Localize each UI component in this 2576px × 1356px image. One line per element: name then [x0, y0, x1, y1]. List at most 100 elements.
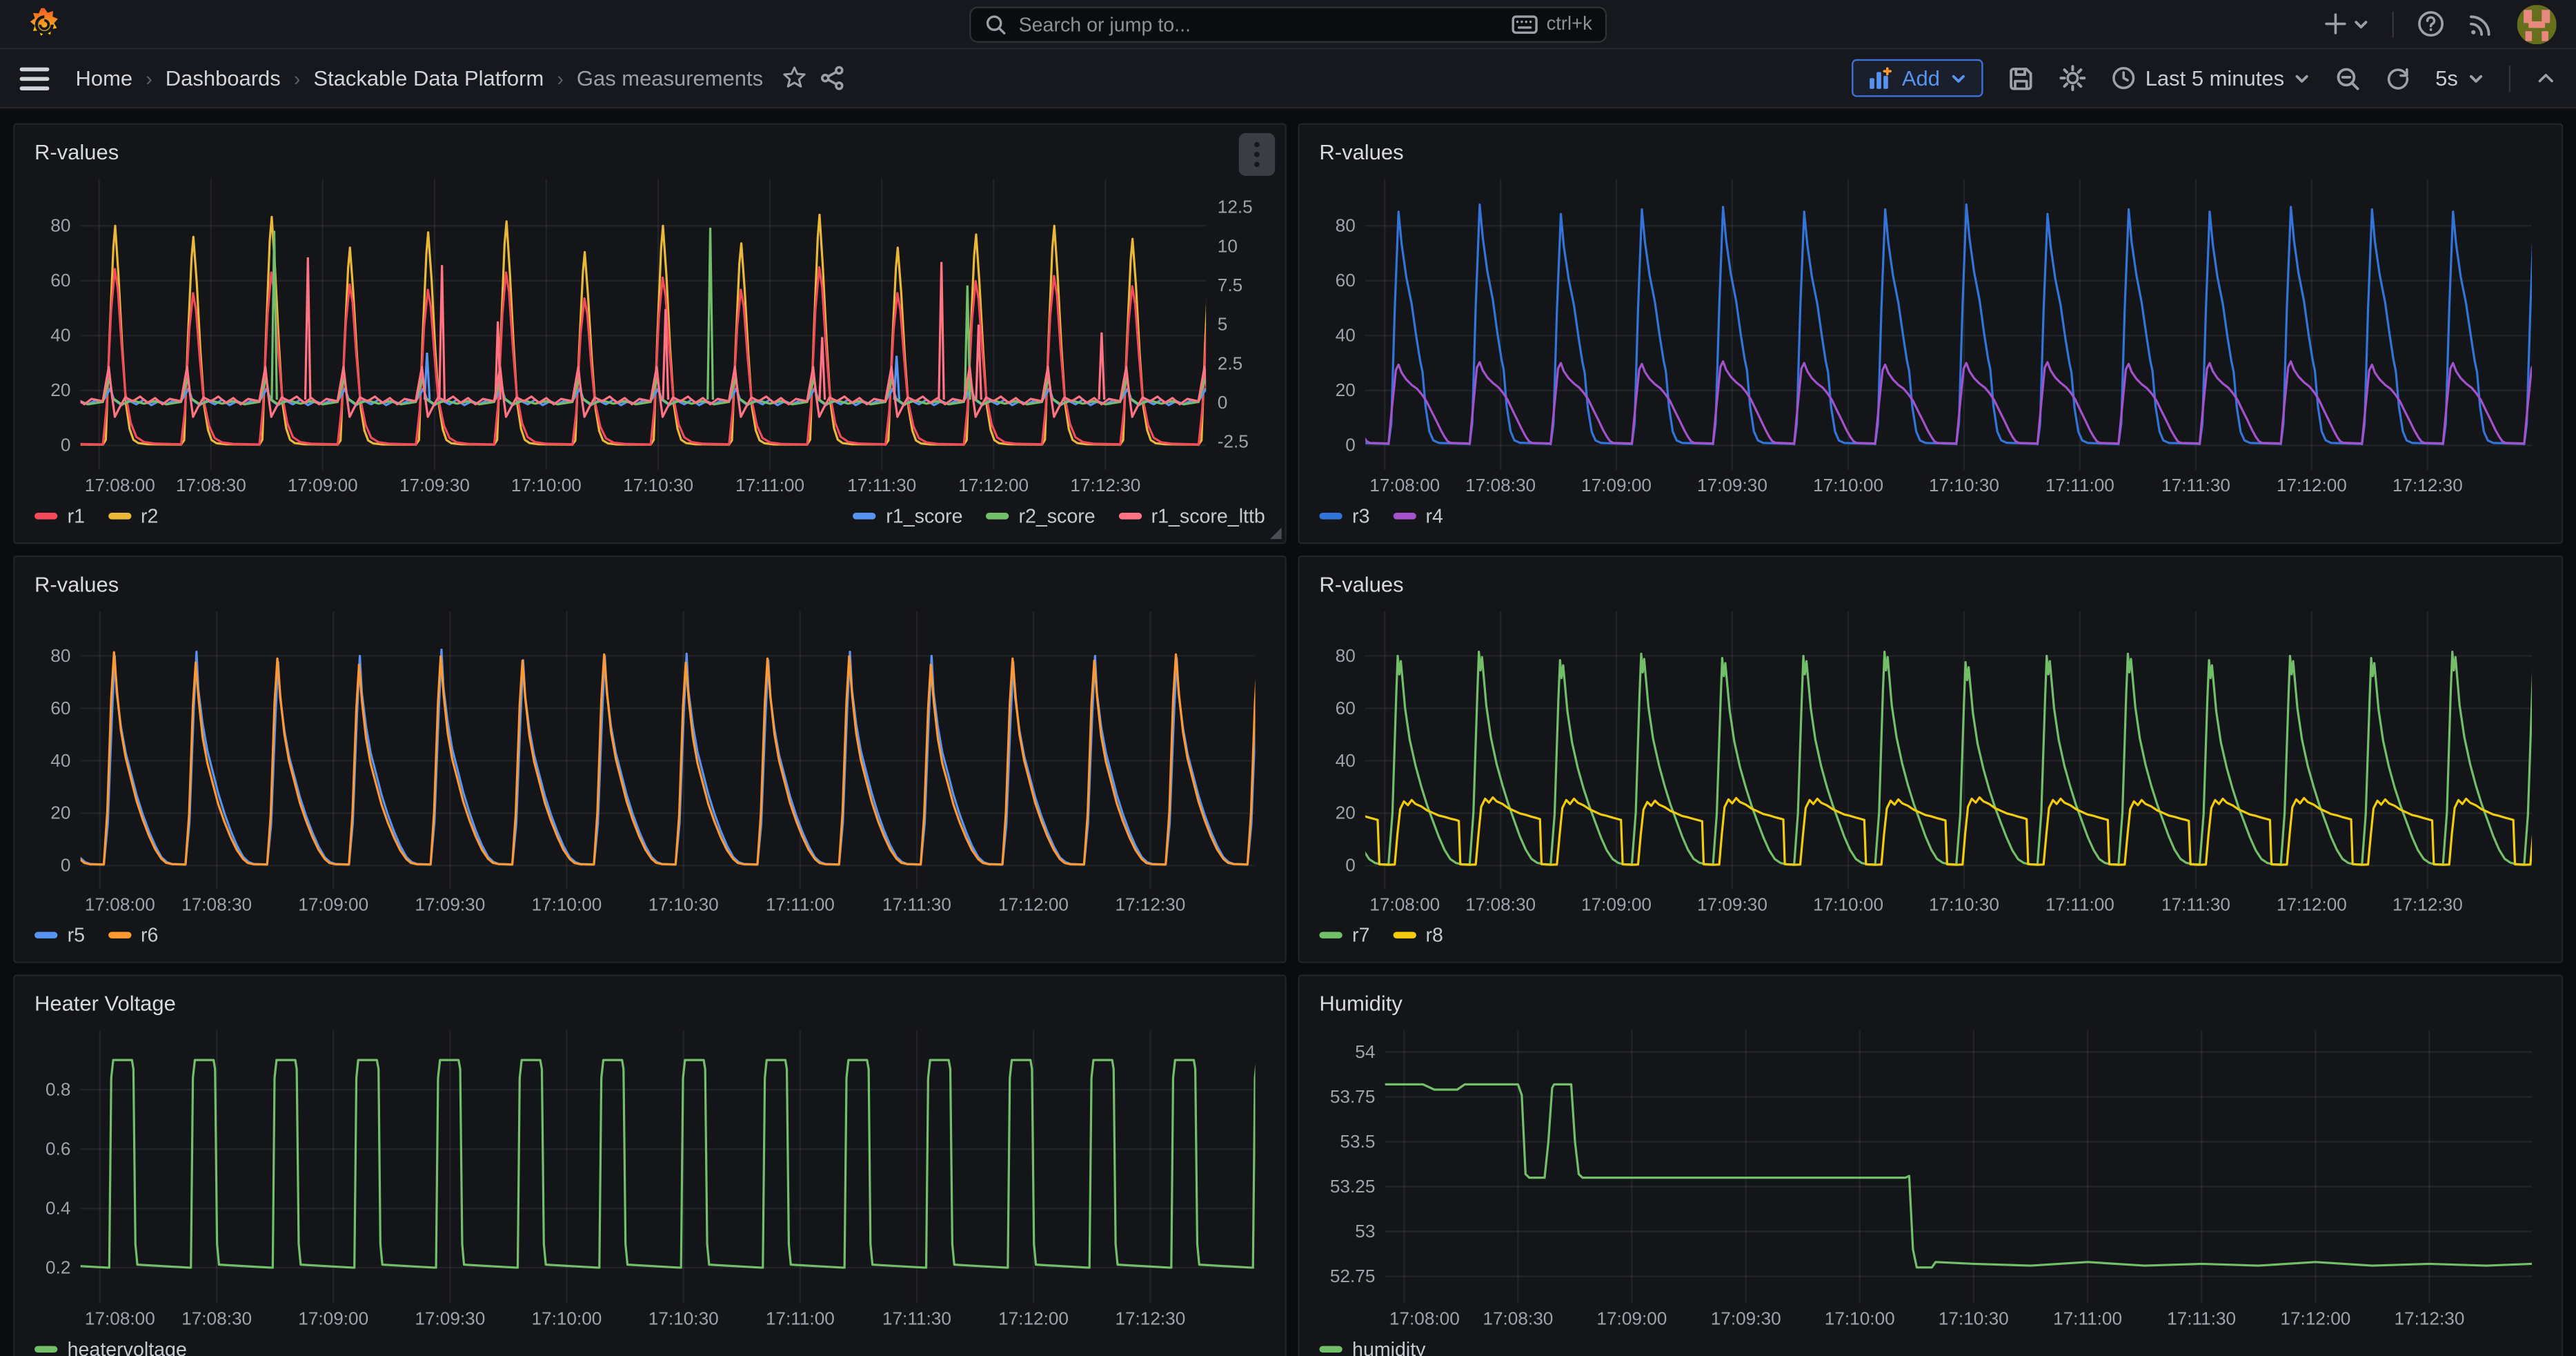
panel-title[interactable]: R-values — [34, 139, 119, 164]
chevron-down-icon — [1950, 70, 1966, 86]
svg-text:17:08:00: 17:08:00 — [1369, 475, 1440, 495]
clock-icon — [2111, 66, 2136, 90]
svg-text:20: 20 — [1336, 380, 1356, 400]
svg-text:17:12:30: 17:12:30 — [2392, 894, 2463, 914]
plus-icon — [2324, 12, 2348, 37]
time-series-chart[interactable]: 02040608017:08:0017:08:3017:09:0017:09:3… — [31, 605, 1268, 915]
panel-title[interactable]: R-values — [34, 572, 119, 597]
legend-item-r1_score[interactable]: r1_score — [853, 504, 963, 527]
svg-text:17:09:00: 17:09:00 — [298, 894, 368, 914]
user-avatar[interactable] — [2517, 4, 2557, 43]
legend-item-r1_score_lttb[interactable]: r1_score_lttb — [1118, 504, 1265, 527]
svg-text:0.6: 0.6 — [46, 1139, 70, 1159]
svg-text:17:09:00: 17:09:00 — [1581, 475, 1652, 495]
search-input[interactable]: Search or jump to... ctrl+k — [969, 7, 1607, 43]
panel-title[interactable]: R-values — [1319, 139, 1403, 164]
svg-text:17:11:00: 17:11:00 — [766, 1308, 835, 1329]
svg-text:80: 80 — [50, 645, 70, 666]
svg-text:17:12:00: 17:12:00 — [2277, 894, 2347, 914]
legend-item-r1[interactable]: r1 — [34, 504, 85, 527]
breadcrumb-current[interactable]: Gas measurements — [577, 66, 763, 90]
refresh-button[interactable] — [2386, 66, 2411, 90]
svg-text:17:10:00: 17:10:00 — [1825, 1308, 1895, 1329]
dashboard-settings-button[interactable] — [2058, 64, 2085, 92]
panel-header: R-values — [31, 569, 1268, 605]
legend-swatch — [853, 513, 876, 520]
breadcrumb-dashboards[interactable]: Dashboards — [166, 66, 281, 90]
legend-group: r5 r6 — [34, 923, 158, 946]
legend-label: r6 — [141, 923, 158, 946]
svg-text:60: 60 — [1336, 698, 1356, 718]
legend-item-r4[interactable]: r4 — [1393, 504, 1443, 527]
svg-text:40: 40 — [1336, 325, 1356, 346]
panel-resize-handle[interactable] — [1270, 527, 1282, 539]
svg-text:17:12:00: 17:12:00 — [2277, 475, 2347, 495]
legend-item-r6[interactable]: r6 — [108, 923, 158, 946]
panel-r-values-1: R-values 020406080-2.502.557.51012.517:0… — [13, 124, 1287, 544]
svg-text:20: 20 — [50, 803, 70, 823]
panel-title[interactable]: Humidity — [1319, 991, 1402, 1016]
panel-title[interactable]: R-values — [1319, 572, 1403, 597]
collapse-toolbar-button[interactable] — [2535, 68, 2557, 89]
legend-item-heatervoltage[interactable]: heatervoltage — [34, 1338, 187, 1356]
legend-label: r8 — [1425, 923, 1443, 946]
svg-text:-2.5: -2.5 — [1218, 431, 1249, 452]
svg-text:53.5: 53.5 — [1340, 1131, 1375, 1152]
svg-text:0: 0 — [1345, 855, 1356, 876]
panel-header: R-values — [1316, 137, 2545, 173]
legend-item-r3[interactable]: r3 — [1319, 504, 1369, 527]
breadcrumb-folder[interactable]: Stackable Data Platform — [313, 66, 544, 90]
topbar-actions — [2324, 4, 2557, 43]
legend-item-r2_score[interactable]: r2_score — [986, 504, 1096, 527]
time-range-picker[interactable]: Last 5 minutes — [2111, 66, 2310, 90]
panel-header: R-values — [31, 137, 1268, 173]
floppy-icon — [2008, 65, 2034, 91]
svg-text:40: 40 — [1336, 750, 1356, 771]
share-button[interactable] — [820, 66, 845, 90]
legend-item-humidity[interactable]: humidity — [1319, 1338, 1425, 1356]
svg-text:17:10:30: 17:10:30 — [1929, 475, 1999, 495]
panel-title[interactable]: Heater Voltage — [34, 991, 176, 1016]
legend-swatch — [108, 513, 130, 520]
breadcrumb-separator: › — [294, 66, 301, 89]
time-series-chart[interactable]: 02040608017:08:0017:08:3017:09:0017:09:3… — [1316, 173, 2545, 496]
help-button[interactable] — [2417, 10, 2444, 37]
chart-legend: r1 r2 r1_score r2_score r1_score_lttb — [31, 496, 1268, 535]
add-panel-button[interactable]: Add — [1851, 59, 1983, 97]
legend-swatch — [1118, 513, 1141, 520]
panel-heater-voltage: Heater Voltage 0.20.40.60.817:08:0017:08… — [13, 974, 1287, 1356]
svg-text:17:12:30: 17:12:30 — [2392, 475, 2463, 495]
legend-item-r2[interactable]: r2 — [108, 504, 158, 527]
mega-menu-button[interactable] — [20, 66, 50, 89]
legend-item-r5[interactable]: r5 — [34, 923, 85, 946]
legend-swatch — [1319, 932, 1342, 939]
time-series-chart[interactable]: 0.20.40.60.817:08:0017:08:3017:09:0017:0… — [31, 1024, 1268, 1330]
time-series-chart[interactable]: 020406080-2.502.557.51012.517:08:0017:08… — [31, 173, 1268, 496]
legend-item-r7[interactable]: r7 — [1319, 923, 1369, 946]
svg-text:17:09:30: 17:09:30 — [1697, 894, 1767, 914]
breadcrumb-home[interactable]: Home — [76, 66, 133, 90]
panel-menu-button[interactable] — [1239, 133, 1275, 176]
zoom-out-button[interactable] — [2335, 65, 2361, 91]
grafana-logo-icon[interactable] — [26, 6, 62, 41]
legend-swatch — [1319, 513, 1342, 520]
svg-text:0.8: 0.8 — [46, 1079, 70, 1100]
svg-text:0: 0 — [61, 435, 71, 455]
legend-item-r8[interactable]: r8 — [1393, 923, 1443, 946]
legend-swatch — [986, 513, 1009, 520]
svg-text:17:09:00: 17:09:00 — [298, 1308, 368, 1329]
svg-text:40: 40 — [50, 750, 70, 771]
time-series-chart[interactable]: 52.755353.2553.553.755417:08:0017:08:301… — [1316, 1024, 2545, 1330]
news-button[interactable] — [2468, 10, 2494, 37]
gear-icon — [2058, 64, 2085, 92]
chart-legend: r5 r6 — [31, 916, 1268, 955]
refresh-interval-picker[interactable]: 5s — [2435, 66, 2484, 90]
time-series-chart[interactable]: 02040608017:08:0017:08:3017:09:0017:09:3… — [1316, 605, 2545, 915]
save-dashboard-button[interactable] — [2008, 65, 2034, 91]
svg-text:17:08:00: 17:08:00 — [85, 475, 155, 495]
svg-text:17:10:30: 17:10:30 — [623, 475, 693, 495]
favorite-button[interactable] — [783, 66, 808, 90]
new-menu-button[interactable] — [2324, 12, 2370, 37]
legend-swatch — [1393, 513, 1416, 520]
svg-text:0.4: 0.4 — [46, 1198, 70, 1219]
